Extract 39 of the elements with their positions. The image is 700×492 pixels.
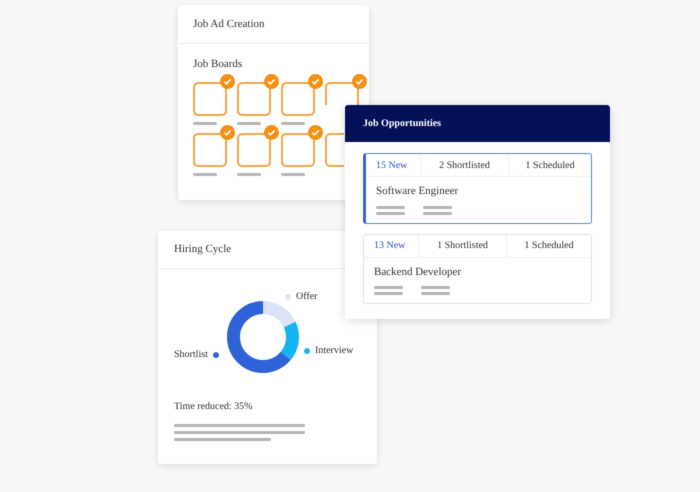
checked-board-tile-drawing[interactable] [237,124,280,166]
legend-label: Offer [296,290,318,304]
card-title: Hiring Cycle [174,242,232,258]
legend-label: Shortlist [174,348,208,362]
checked-board-tile-drawing[interactable] [193,72,236,116]
scheduled-count: 1 Scheduled [524,158,576,172]
checked-board-tile-drawing[interactable] [325,72,368,104]
job-title: Software Engineer [376,184,460,199]
card-title: Job Ad Creation [193,16,264,32]
placeholder-line [421,292,450,295]
placeholder-line [423,206,452,208]
section-title: Job Boards [193,57,244,72]
new-count: 15 New [366,154,421,176]
placeholder-line [421,286,450,289]
placeholder-line [376,212,405,214]
job-card[interactable]: 13 New 1 Shortlisted 1 Scheduled Backend Developer [363,234,592,304]
scheduled-count: 1 Scheduled [523,239,575,253]
placeholder-line [374,286,403,289]
placeholder-line [237,172,261,176]
placeholder-line [281,172,305,176]
checked-board-tile-drawing[interactable] [237,72,280,116]
placeholder-line [193,122,217,124]
placeholder-line [423,212,452,214]
placeholder-line [281,122,305,124]
placeholder-line [193,172,217,176]
job-card[interactable]: 15 New 2 Shortlisted 1 Scheduled Software Engineer [363,153,592,224]
legend-label: Interview [315,344,354,358]
placeholder-line [376,206,405,208]
shortlisted-count: 1 Shortlisted [419,234,507,256]
checked-board-tile-drawing[interactable] [281,124,324,166]
card-title: Job Opportunities [363,117,442,131]
shortlisted-count: 2 Shortlisted [421,154,509,176]
placeholder-line [374,292,403,295]
checked-board-tile-drawing[interactable] [281,72,324,116]
time-reduced-text: Time reduced: 35% [174,400,254,414]
placeholder-line [237,122,261,124]
checked-board-tile-drawing[interactable] [193,124,236,166]
job-title: Backend Developer [374,264,462,280]
new-count: 13 New [364,234,419,256]
